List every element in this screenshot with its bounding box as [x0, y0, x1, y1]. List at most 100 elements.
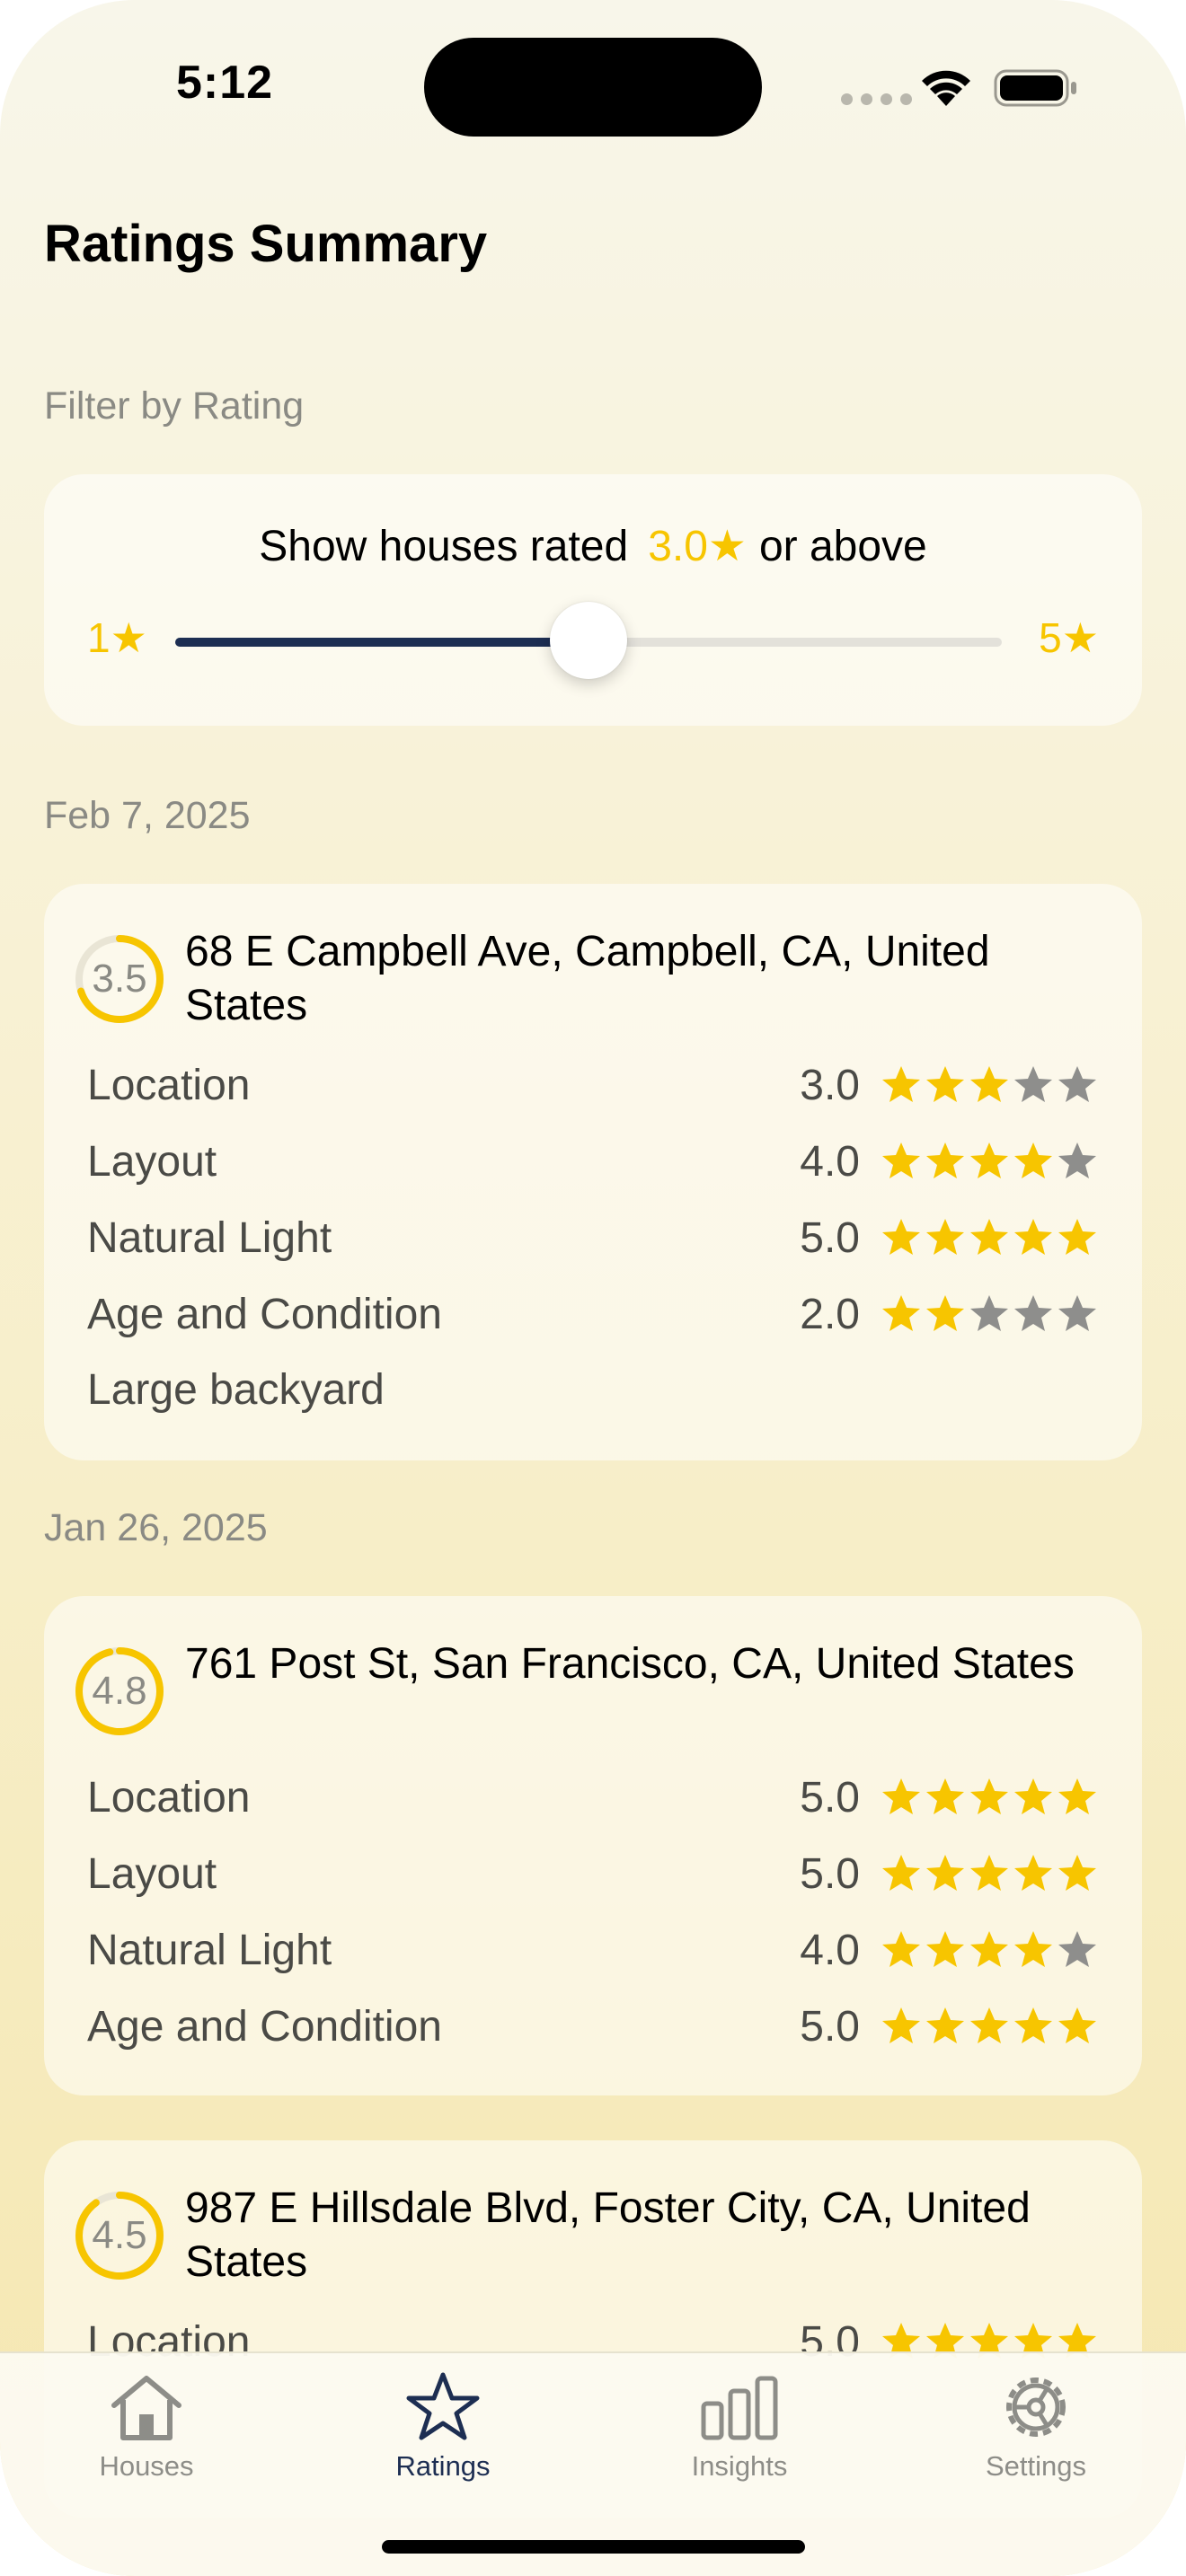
dynamic-island	[424, 38, 762, 137]
overall-rating-value: 4.5	[92, 2213, 147, 2257]
rating-score: 4.0	[800, 1926, 860, 1974]
date-header: Feb 7, 2025	[44, 794, 251, 837]
date-header: Jan 26, 2025	[44, 1506, 268, 1549]
bar-chart-icon	[701, 2376, 778, 2440]
star-filled-icon	[882, 1142, 920, 1178]
star-rating	[880, 1928, 1099, 1972]
star-filled-icon	[926, 1219, 964, 1255]
star-filled-icon	[926, 1142, 964, 1178]
star-filled-icon	[926, 1931, 964, 1967]
tab-settings[interactable]: Settings	[937, 2371, 1135, 2483]
house-address: 68 E Campbell Ave, Campbell, CA, United …	[185, 928, 990, 1029]
star-filled-icon	[970, 1066, 1008, 1102]
star-filled-icon	[970, 1855, 1008, 1891]
slider-thumb[interactable]	[550, 602, 627, 679]
star-filled-icon	[882, 1931, 920, 1967]
star-filled-icon	[1014, 1142, 1052, 1178]
filter-description: Show houses rated 3.0★ or above	[44, 521, 1142, 571]
star-filled-icon	[1014, 1778, 1052, 1814]
rating-label: Natural Light	[87, 1213, 332, 1262]
rating-row: Layout 5.0	[87, 1847, 1099, 1901]
star-rating	[880, 1776, 1099, 1819]
house-note: Large backyard	[87, 1366, 385, 1414]
rating-score: 4.0	[800, 1137, 860, 1186]
rating-score: 2.0	[800, 1290, 860, 1338]
star-filled-icon	[882, 1066, 920, 1102]
tab-label: Ratings	[395, 2450, 491, 2482]
cellular-signal-icon	[841, 93, 912, 105]
tab-houses[interactable]: Houses	[48, 2371, 245, 2483]
star-empty-icon	[1014, 1295, 1052, 1331]
tab-insights[interactable]: Insights	[641, 2371, 838, 2483]
star-filled-icon	[926, 1778, 964, 1814]
star-filled-icon	[1058, 1855, 1096, 1891]
rating-label: Age and Condition	[87, 1290, 442, 1338]
star-filled-icon	[882, 1778, 920, 1814]
rating-row: Age and Condition 5.0	[87, 1999, 1099, 2053]
star-filled-icon	[926, 1855, 964, 1891]
house-icon	[111, 2376, 181, 2440]
filter-card: Show houses rated 3.0★ or above 1★ 5★	[44, 474, 1142, 726]
slider-max-label: 5★	[1039, 614, 1099, 661]
star-rating	[880, 1852, 1099, 1895]
star-filled-icon	[882, 1219, 920, 1255]
rating-row: Location 3.0	[87, 1058, 1099, 1112]
rating-score: 5.0	[800, 1773, 860, 1822]
rating-score: 5.0	[800, 1213, 860, 1262]
star-filled-icon	[926, 1066, 964, 1102]
star-filled-icon	[970, 2007, 1008, 2043]
tab-ratings[interactable]: Ratings	[344, 2371, 542, 2483]
star-filled-icon	[970, 1219, 1008, 1255]
status-time: 5:12	[176, 57, 274, 109]
rating-label: Location	[87, 1061, 251, 1109]
filter-suffix: or above	[758, 523, 927, 570]
tab-label: Settings	[985, 2450, 1086, 2482]
star-rating	[880, 1140, 1099, 1183]
star-filled-icon	[882, 1295, 920, 1331]
overall-rating-value: 3.5	[92, 957, 147, 1001]
star-empty-icon	[1058, 1931, 1096, 1967]
rating-row: Age and Condition 2.0	[87, 1287, 1099, 1341]
star-filled-icon	[970, 1142, 1008, 1178]
overall-rating-value: 4.8	[92, 1669, 147, 1713]
star-empty-icon	[1058, 1066, 1096, 1102]
filter-value: 3.0★	[648, 523, 747, 570]
star-filled-icon	[926, 1295, 964, 1331]
house-address: 987 E Hillsdale Blvd, Foster City, CA, U…	[185, 2184, 1031, 2286]
star-empty-icon	[1058, 1295, 1096, 1331]
house-card[interactable]: 3.5 68 E Campbell Ave, Campbell, CA, Uni…	[44, 884, 1142, 1460]
star-empty-icon	[1014, 1066, 1052, 1102]
filter-section-label: Filter by Rating	[44, 384, 305, 428]
house-card[interactable]: 4.8 761 Post St, San Francisco, CA, Unit…	[44, 1596, 1142, 2095]
star-filled-icon	[1014, 1855, 1052, 1891]
app-screen: 5:12 Ratings Summary Filter by Rating Sh…	[0, 0, 1186, 2576]
wifi-icon	[922, 70, 970, 106]
star-rating	[880, 1216, 1099, 1259]
house-address: 761 Post St, San Francisco, CA, United S…	[185, 1640, 1075, 1688]
star-rating	[880, 1063, 1099, 1107]
rating-label: Layout	[87, 1137, 217, 1186]
rating-label: Layout	[87, 1849, 217, 1898]
star-empty-icon	[970, 1295, 1008, 1331]
gear-icon	[1006, 2378, 1066, 2437]
star-filled-icon	[1014, 1931, 1052, 1967]
star-filled-icon	[1058, 1219, 1096, 1255]
rating-row: Natural Light 5.0	[87, 1211, 1099, 1265]
rating-score: 5.0	[800, 2002, 860, 2051]
star-filled-icon	[1014, 2007, 1052, 2043]
star-filled-icon	[926, 2007, 964, 2043]
rating-label: Location	[87, 1773, 251, 1822]
filter-prefix: Show houses rated	[259, 523, 629, 570]
rating-score: 5.0	[800, 1849, 860, 1898]
slider-min-label: 1★	[87, 614, 147, 661]
star-rating	[880, 1292, 1099, 1336]
tab-label: Insights	[691, 2450, 788, 2482]
rating-row: Layout 4.0	[87, 1134, 1099, 1188]
star-filled-icon	[1058, 2007, 1096, 2043]
rating-label: Natural Light	[87, 1926, 332, 1974]
tab-label: Houses	[99, 2450, 194, 2482]
page-title: Ratings Summary	[44, 215, 488, 273]
star-empty-icon	[1058, 1142, 1096, 1178]
star-filled-icon	[882, 1855, 920, 1891]
rating-row: Natural Light 4.0	[87, 1923, 1099, 1977]
